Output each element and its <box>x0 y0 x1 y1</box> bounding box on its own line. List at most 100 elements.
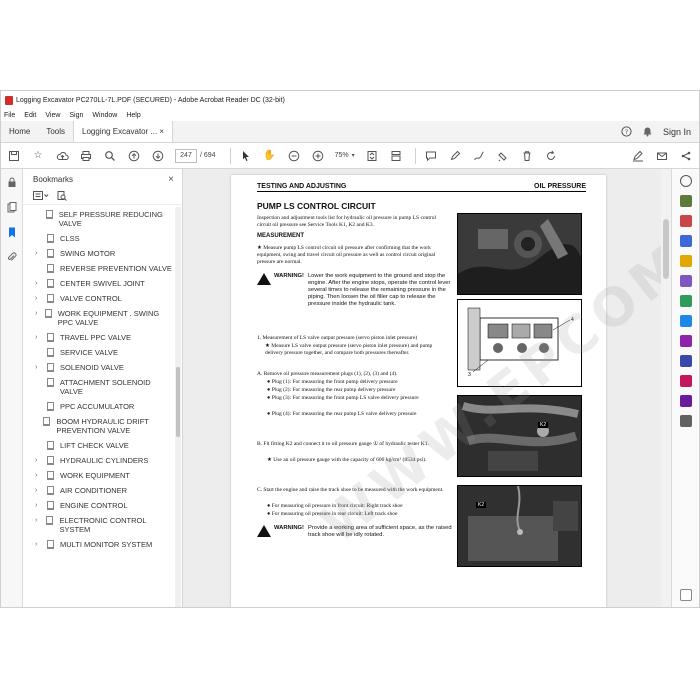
chevron-right-icon[interactable]: › <box>35 516 46 525</box>
email-icon[interactable] <box>655 149 669 163</box>
bookmark-item[interactable]: › WORK EQUIPMENT <box>23 468 174 483</box>
bookmark-item[interactable]: PPC ACCUMULATOR <box>23 399 174 414</box>
bookmark-item[interactable]: ATTACHMENT SOLENOID VALVE <box>23 375 174 399</box>
page-up-icon[interactable] <box>127 149 141 163</box>
zoom-level-select[interactable]: 75% <box>335 152 349 159</box>
close-panel-icon[interactable]: × <box>168 174 174 185</box>
scroll-mode-icon[interactable] <box>389 149 403 163</box>
hand-tool-icon[interactable]: ✋ <box>263 149 277 163</box>
rotate-icon[interactable] <box>544 149 558 163</box>
toolbar-divider <box>229 147 231 164</box>
help-icon[interactable]: ? <box>621 125 632 139</box>
request-signature-icon[interactable] <box>679 395 692 407</box>
options-menu-icon[interactable] <box>33 191 49 202</box>
toolbar-divider <box>414 147 416 164</box>
save-icon[interactable] <box>7 149 21 163</box>
tab-tools[interactable]: Tools <box>38 121 73 142</box>
chevron-right-icon[interactable]: › <box>35 363 47 372</box>
more-tools-icon[interactable] <box>679 415 692 427</box>
highlight-pen-icon[interactable] <box>448 149 462 163</box>
menu-file[interactable]: File <box>4 112 15 119</box>
document-viewer[interactable]: TESTING AND ADJUSTING OIL PRESSURE PUMP … <box>183 169 671 607</box>
combine-files-icon[interactable] <box>679 235 692 247</box>
export-pdf-icon[interactable] <box>679 195 692 207</box>
zoom-out-icon[interactable] <box>287 149 301 163</box>
chevron-right-icon[interactable]: › <box>35 456 47 465</box>
bookmarks-scrollbar[interactable] <box>175 207 181 607</box>
bookmark-item[interactable]: › WORK EQUIPMENT . SWING PPC VALVE <box>23 306 174 330</box>
organize-pages-icon[interactable] <box>679 275 692 287</box>
page-number-input[interactable]: 247 <box>175 148 197 163</box>
bookmark-item[interactable]: › AIR CONDITIONER <box>23 483 174 498</box>
bookmark-item[interactable]: › SWING MOTOR <box>23 246 174 261</box>
comment-icon[interactable] <box>424 149 438 163</box>
chevron-right-icon[interactable]: › <box>35 279 47 288</box>
collapse-pane-icon[interactable] <box>679 589 692 601</box>
bell-icon[interactable] <box>642 126 653 139</box>
share-icon[interactable] <box>679 149 693 163</box>
menu-edit[interactable]: Edit <box>24 112 36 119</box>
bookmark-item[interactable]: SELF PRESSURE REDUCING VALVE <box>23 207 174 231</box>
find-bookmark-icon[interactable] <box>57 190 67 203</box>
bookmark-star-icon[interactable]: ☆ <box>31 149 45 163</box>
sign-in-button[interactable]: Sign In <box>663 127 691 137</box>
bookmark-item[interactable]: › ENGINE CONTROL <box>23 498 174 513</box>
tab-home[interactable]: Home <box>1 121 38 142</box>
prepare-form-icon[interactable] <box>679 375 692 387</box>
cloud-upload-icon[interactable] <box>55 149 69 163</box>
delete-icon[interactable] <box>520 149 534 163</box>
menu-help[interactable]: Help <box>126 112 140 119</box>
bookmark-item[interactable]: › MULTI MONITOR SYSTEM <box>23 537 174 552</box>
bookmark-item[interactable]: › TRAVEL PPC VALVE <box>23 330 174 345</box>
select-cursor-icon[interactable] <box>239 149 253 163</box>
search-icon[interactable] <box>103 149 117 163</box>
chevron-right-icon[interactable]: › <box>35 540 47 549</box>
attachment-icon[interactable] <box>7 252 17 265</box>
scroll-thumb[interactable] <box>663 219 669 279</box>
zoom-in-icon[interactable] <box>311 149 325 163</box>
chevron-right-icon[interactable]: › <box>35 249 47 258</box>
print-icon[interactable] <box>79 149 93 163</box>
scan-ocr-icon[interactable] <box>679 315 692 327</box>
compress-pdf-icon[interactable] <box>679 295 692 307</box>
tab-document[interactable]: Logging Excavator ... × <box>73 121 174 142</box>
protect-icon[interactable] <box>679 355 692 367</box>
bookmark-item[interactable]: REVERSE PREVENTION VALVE <box>23 261 174 276</box>
close-icon[interactable]: × <box>159 127 164 136</box>
bookmark-item[interactable]: LIFT CHECK VALVE <box>23 438 174 453</box>
chevron-down-icon[interactable]: ▾ <box>352 152 355 159</box>
scroll-thumb[interactable] <box>176 367 180 437</box>
stamp-icon[interactable] <box>496 149 510 163</box>
page-header: TESTING AND ADJUSTING OIL PRESSURE <box>257 183 586 192</box>
bookmark-item[interactable]: BOOM HYDRAULIC DRIFT PREVENTION VALVE <box>23 414 174 438</box>
menu-window[interactable]: Window <box>92 112 117 119</box>
bookmark-item[interactable]: SERVICE VALVE <box>23 345 174 360</box>
fill-and-sign-icon[interactable] <box>679 335 692 347</box>
lock-icon[interactable] <box>7 177 17 190</box>
page-thumbnails-icon[interactable] <box>7 202 17 215</box>
create-pdf-icon[interactable] <box>679 215 692 227</box>
search-tool-icon[interactable] <box>679 175 692 187</box>
chevron-right-icon[interactable]: › <box>35 309 45 318</box>
bookmark-item[interactable]: CLSS <box>23 231 174 246</box>
bookmark-item[interactable]: › VALVE CONTROL <box>23 291 174 306</box>
bookmark-item[interactable]: › ELECTRONIC CONTROL SYSTEM <box>23 513 174 537</box>
chevron-right-icon[interactable]: › <box>35 471 47 480</box>
document-scrollbar[interactable] <box>661 169 671 607</box>
fill-sign-icon[interactable] <box>631 149 645 163</box>
chevron-right-icon[interactable]: › <box>35 486 47 495</box>
bookmark-panel-icon[interactable] <box>7 227 17 240</box>
bookmark-label: ELECTRONIC CONTROL SYSTEM <box>59 516 147 534</box>
chevron-right-icon[interactable]: › <box>35 333 47 342</box>
bookmark-item[interactable]: › CENTER SWIVEL JOINT <box>23 276 174 291</box>
bookmark-item[interactable]: › HYDRAULIC CYLINDERS <box>23 453 174 468</box>
draw-icon[interactable] <box>472 149 486 163</box>
fit-page-icon[interactable] <box>365 149 379 163</box>
comment-tool-icon[interactable] <box>679 255 692 267</box>
menu-view[interactable]: View <box>45 112 60 119</box>
bookmark-item[interactable]: › SOLENOID VALVE <box>23 360 174 375</box>
chevron-right-icon[interactable]: › <box>35 501 47 510</box>
chevron-right-icon[interactable]: › <box>35 294 47 303</box>
page-down-icon[interactable] <box>151 149 165 163</box>
menu-sign[interactable]: Sign <box>69 112 83 119</box>
